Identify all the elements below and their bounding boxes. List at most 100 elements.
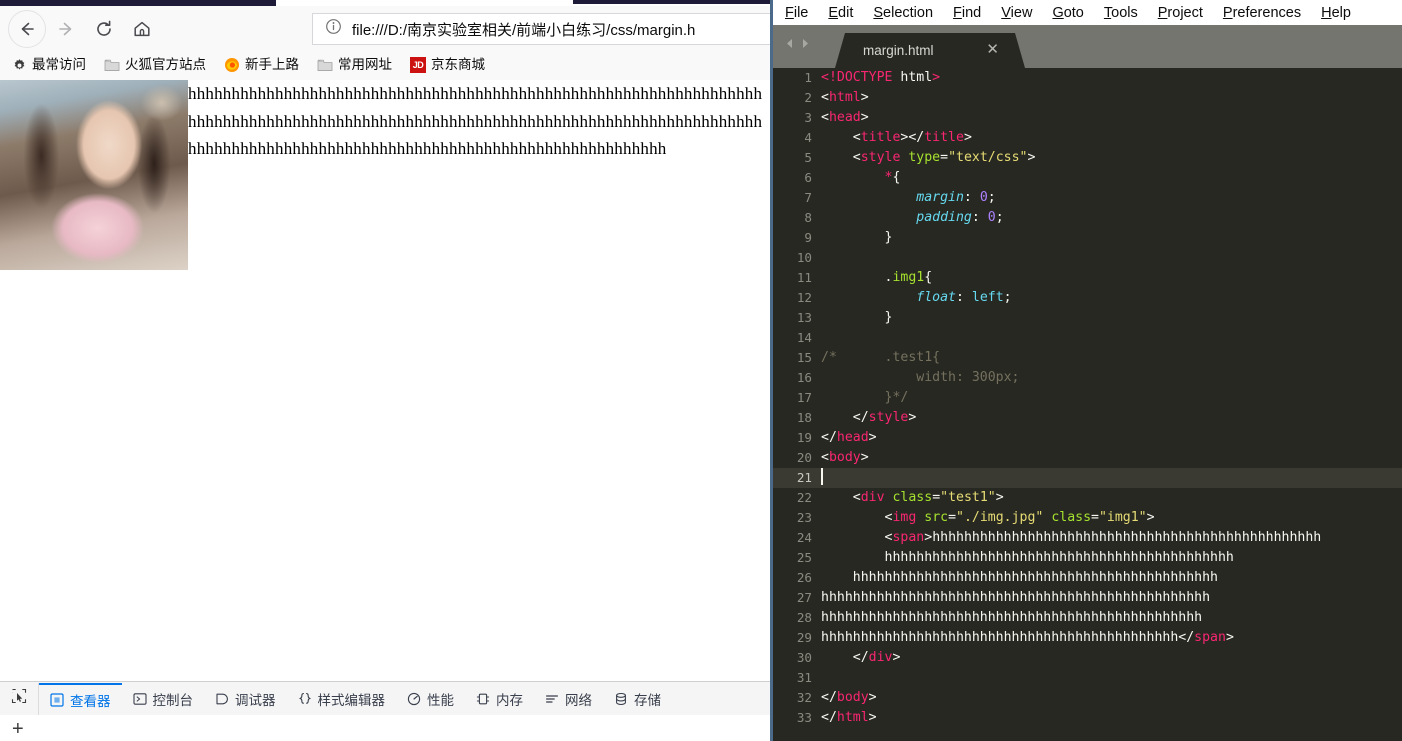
devtools-tab-network[interactable]: 网络: [534, 683, 603, 715]
code-line[interactable]: 5 <style type="text/css">: [773, 148, 1402, 168]
menu-item-edit[interactable]: Edit: [828, 5, 853, 21]
code-line-text: hhhhhhhhhhhhhhhhhhhhhhhhhhhhhhhhhhhhhhhh…: [821, 590, 1211, 605]
back-arrow-icon: [17, 19, 37, 39]
code-line[interactable]: 13 }: [773, 308, 1402, 328]
line-number: 4: [804, 130, 812, 145]
code-line[interactable]: 15 /* .test1{: [773, 348, 1402, 368]
code-line[interactable]: 9 }: [773, 228, 1402, 248]
page-span-text: hhhhhhhhhhhhhhhhhhhhhhhhhhhhhhhhhhhhhhhh…: [188, 84, 763, 158]
code-line-text: hhhhhhhhhhhhhhhhhhhhhhhhhhhhhhhhhhhhhhhh…: [821, 610, 1203, 625]
bookmark-label: 最常访问: [32, 57, 86, 73]
devtools-tab-storage[interactable]: 存储: [603, 683, 672, 715]
menu-item-view[interactable]: View: [1001, 5, 1032, 21]
menu-item-selection[interactable]: Selection: [873, 5, 933, 21]
code-line[interactable]: 26 hhhhhhhhhhhhhhhhhhhhhhhhhhhhhhhhhhhhh…: [773, 568, 1402, 588]
add-rule-button[interactable]: +: [12, 719, 24, 739]
menu-item-preferences[interactable]: Preferences: [1223, 5, 1301, 21]
code-editor[interactable]: 1 <!DOCTYPE html> 2 <html> 3 <head> 4 <title><…: [773, 68, 1402, 741]
code-line[interactable]: 31: [773, 668, 1402, 688]
code-line[interactable]: 12 float: left;: [773, 288, 1402, 308]
tab-nav-arrows[interactable]: [783, 37, 812, 55]
code-line[interactable]: 20 <body>: [773, 448, 1402, 468]
line-number: 18: [796, 410, 812, 425]
line-number: 11: [796, 270, 812, 285]
bookmark-most-visited[interactable]: 最常访问: [12, 58, 86, 73]
element-picker-icon: [11, 688, 27, 709]
element-picker-button[interactable]: [0, 682, 39, 715]
menu-item-find[interactable]: Find: [953, 5, 981, 21]
devtools-tab-label: 网络: [565, 692, 592, 708]
code-line[interactable]: 16 width: 300px;: [773, 368, 1402, 388]
menu-item-tools[interactable]: Tools: [1104, 5, 1138, 21]
home-button[interactable]: [124, 11, 160, 47]
code-line[interactable]: 14: [773, 328, 1402, 348]
devtools-tab-memory[interactable]: 内存: [465, 683, 534, 715]
line-number: 13: [796, 310, 812, 325]
code-line-text: margin: 0;: [916, 190, 996, 205]
address-bar[interactable]: file:///D:/南京实验室相关/前端小白练习/css/margin.h: [312, 13, 770, 45]
code-line[interactable]: 29 hhhhhhhhhhhhhhhhhhhhhhhhhhhhhhhhhhhhhh…: [773, 628, 1402, 648]
line-number: 10: [796, 250, 812, 265]
close-icon[interactable]: ✕: [986, 42, 999, 57]
memory-icon: [476, 692, 490, 706]
code-line-text: hhhhhhhhhhhhhhhhhhhhhhhhhhhhhhhhhhhhhhhh…: [821, 550, 1234, 565]
code-line[interactable]: 6 *{: [773, 168, 1402, 188]
code-line[interactable]: 19 </head>: [773, 428, 1402, 448]
devtools-panel: 查看器 控制台 调试器 样式编辑器 性能 内存 网络 存储 +: [0, 681, 770, 741]
code-line[interactable]: 18 </style>: [773, 408, 1402, 428]
bookmark-firefox-official[interactable]: 火狐官方站点: [104, 58, 206, 72]
line-number: 2: [804, 90, 812, 105]
code-line-text: [821, 328, 1402, 348]
code-line[interactable]: 8 padding: 0;: [773, 208, 1402, 228]
line-number: 7: [804, 190, 812, 205]
code-line[interactable]: 21: [773, 468, 1402, 488]
forward-button[interactable]: [48, 11, 84, 47]
info-icon[interactable]: [325, 18, 342, 40]
network-icon: [545, 692, 559, 706]
code-line[interactable]: 28 hhhhhhhhhhhhhhhhhhhhhhhhhhhhhhhhhhhhhh…: [773, 608, 1402, 628]
devtools-tab-performance[interactable]: 性能: [396, 683, 465, 715]
editor-tab-label: margin.html: [863, 43, 934, 58]
editor-tab-margin-html[interactable]: margin.html ✕: [835, 33, 1025, 68]
menu-item-goto[interactable]: Goto: [1052, 5, 1083, 21]
back-button[interactable]: [8, 10, 46, 48]
line-number: 14: [796, 330, 812, 345]
devtools-tab-debugger[interactable]: 调试器: [204, 683, 287, 715]
code-line[interactable]: 24 <span>hhhhhhhhhhhhhhhhhhhhhhhhhhhhhhh…: [773, 528, 1402, 548]
bookmark-common-sites[interactable]: 常用网址: [317, 58, 392, 72]
tab-strip-remnant-right: [573, 0, 770, 4]
bookmark-jd[interactable]: JD 京东商城: [410, 57, 485, 73]
devtools-tab-style-editor[interactable]: 样式编辑器: [287, 683, 397, 715]
code-line[interactable]: 23 <img src="./img.jpg" class="img1">: [773, 508, 1402, 528]
reload-button[interactable]: [86, 11, 122, 47]
menu-item-help[interactable]: Help: [1321, 5, 1351, 21]
code-line[interactable]: 22 <div class="test1">: [773, 488, 1402, 508]
menu-item-project[interactable]: Project: [1158, 5, 1203, 21]
code-line[interactable]: 30 </div>: [773, 648, 1402, 668]
code-line[interactable]: 11 .img1{: [773, 268, 1402, 288]
code-line[interactable]: 17 }*/: [773, 388, 1402, 408]
devtools-tab-inspector[interactable]: 查看器: [39, 682, 122, 715]
code-line-text: padding: 0;: [916, 210, 1004, 225]
menu-item-file[interactable]: File: [785, 5, 808, 21]
code-line[interactable]: 4 <title></title>: [773, 128, 1402, 148]
tab-prev-icon[interactable]: [783, 37, 796, 55]
code-line[interactable]: 32 </body>: [773, 688, 1402, 708]
tab-next-icon[interactable]: [799, 37, 812, 55]
code-line[interactable]: 3 <head>: [773, 108, 1402, 128]
devtools-rules-pane: +: [0, 715, 770, 741]
code-line[interactable]: 25 hhhhhhhhhhhhhhhhhhhhhhhhhhhhhhhhhhhhh…: [773, 548, 1402, 568]
code-line[interactable]: 2 <html>: [773, 88, 1402, 108]
code-line[interactable]: 33 </html>: [773, 708, 1402, 728]
code-line[interactable]: 1 <!DOCTYPE html>: [773, 68, 1402, 88]
devtools-tab-label: 查看器: [70, 693, 111, 709]
code-line[interactable]: 10: [773, 248, 1402, 268]
bookmark-label: 火狐官方站点: [125, 57, 206, 73]
line-number: 28: [796, 610, 812, 625]
folder-icon: [104, 58, 120, 72]
code-line-text: <body>: [821, 450, 869, 465]
code-line[interactable]: 7 margin: 0;: [773, 188, 1402, 208]
code-line[interactable]: 27 hhhhhhhhhhhhhhhhhhhhhhhhhhhhhhhhhhhhhh…: [773, 588, 1402, 608]
devtools-tab-console[interactable]: 控制台: [122, 683, 205, 715]
bookmark-getting-started[interactable]: 新手上路: [224, 57, 299, 73]
